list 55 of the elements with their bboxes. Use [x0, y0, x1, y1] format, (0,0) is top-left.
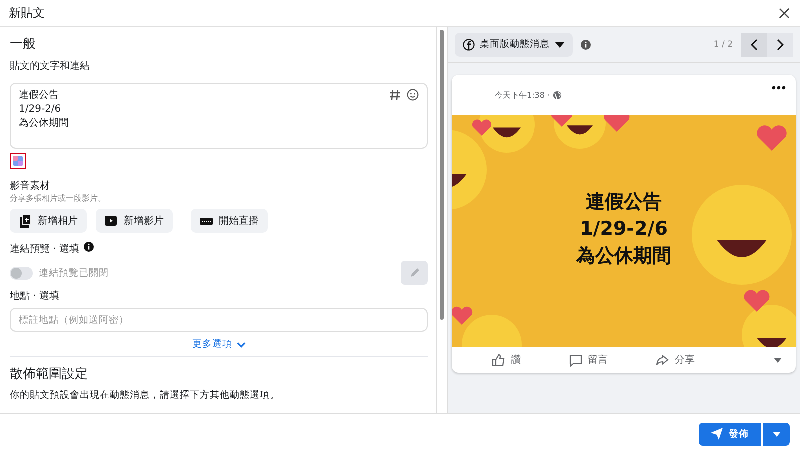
start-live-button[interactable]: 開始直播 — [191, 209, 268, 233]
info-icon[interactable] — [84, 242, 94, 252]
colorful-square-icon[interactable] — [10, 153, 26, 169]
section-label: 影音素材 — [10, 180, 50, 193]
play-icon — [105, 214, 118, 228]
facebook-icon — [463, 38, 475, 50]
description-text: 你的貼文預設會出現在動態消息，請選擇下方其他動態選項。 — [10, 389, 280, 402]
caret-icon[interactable] — [774, 358, 782, 362]
image-caption: 連假公告 — [586, 190, 662, 215]
toggle-label: 連結預覽已關閉 — [39, 266, 109, 280]
globe-icon — [553, 90, 562, 100]
window-title: 新貼文 — [9, 4, 45, 22]
caret-icon — [772, 432, 780, 436]
placement-dropdown[interactable]: 桌面版動態消息 — [455, 32, 573, 56]
info-icon[interactable] — [581, 40, 591, 50]
section-heading: 一般 — [10, 36, 36, 53]
add-media-button[interactable]: 新增影片 — [96, 209, 173, 233]
photo-icon — [19, 214, 32, 228]
image-caption: 為公休期間 — [576, 244, 672, 269]
post-text-line: 連假公告 — [19, 89, 60, 103]
share-icon — [656, 354, 669, 366]
field-label: 貼文的文字和連結 — [10, 60, 90, 73]
location-field[interactable]: 標註地點（例如邁阿密） — [10, 308, 428, 332]
post-action-button[interactable]: 讚 — [492, 353, 521, 367]
post-text-line: 1/29-2/6 — [19, 103, 62, 117]
section-label: 連結預覽 · 選填 — [10, 242, 80, 256]
close-icon[interactable] — [779, 8, 790, 18]
chevron-down-icon — [236, 342, 246, 348]
post-text-line: 為公休期間 — [19, 117, 69, 131]
previous-button[interactable] — [741, 32, 767, 56]
section-heading: 散佈範圍設定 — [10, 366, 88, 383]
smiley-icon[interactable] — [407, 89, 419, 101]
post-action-button[interactable]: 分享 — [656, 353, 695, 367]
pencil-icon — [408, 267, 420, 279]
next-button[interactable] — [767, 32, 793, 56]
toggle-switch[interactable] — [10, 266, 33, 280]
more-options-link[interactable]: 更多選項 — [192, 338, 246, 351]
post-action-button[interactable]: 留言 — [569, 353, 608, 367]
add-media-button[interactable]: 新增相片 — [10, 209, 87, 233]
comment-icon — [569, 354, 582, 366]
section-label: 地點 · 選填 — [10, 290, 60, 303]
caret-icon — [555, 42, 565, 48]
page-counter: 1 / 2 — [714, 40, 733, 50]
post-time: 今天下午1:38 · — [495, 90, 550, 100]
send-icon — [711, 428, 723, 440]
publish-button[interactable]: 發佈 — [699, 422, 761, 446]
hint-text: 分享多張相片或一段影片。 — [10, 193, 106, 204]
more-icon[interactable] — [772, 86, 786, 90]
thumbs-up-icon — [492, 354, 505, 366]
hashtag-icon[interactable] — [389, 89, 401, 101]
publish-options-button[interactable] — [763, 422, 790, 446]
image-caption: 1/29-2/6 — [580, 217, 668, 242]
chevron-left-icon — [750, 38, 758, 50]
post-text-field[interactable]: 連假公告 1/29-2/6 為公休期間 — [10, 83, 428, 149]
chevron-right-icon — [776, 38, 784, 50]
